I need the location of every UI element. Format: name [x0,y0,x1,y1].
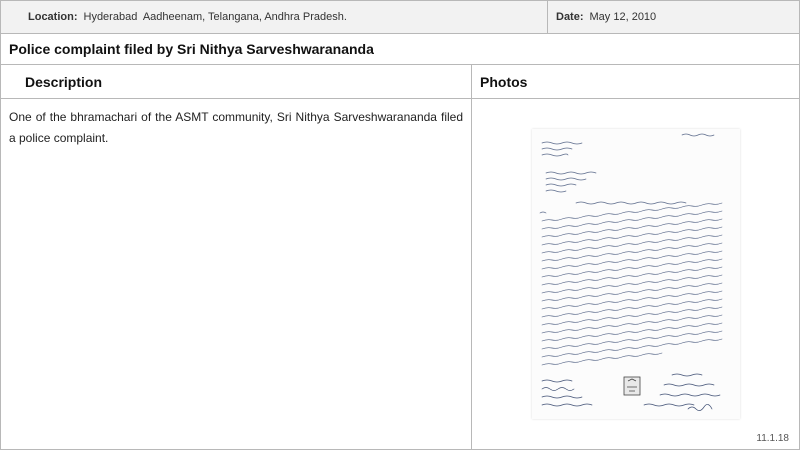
page-title: Police complaint filed by Sri Nithya Sar… [1,34,799,65]
letter-scribble-graphic [532,129,740,419]
description-text: One of the bhramachari of the ASMT commu… [9,110,463,145]
content-row: One of the bhramachari of the ASMT commu… [1,99,799,450]
date-cell: Date: May 12, 2010 [548,1,799,33]
description-column-header: Description [1,65,472,98]
header-row: Location: Hyderabad Aadheenam, Telangana… [1,1,799,34]
slide-page: Location: Hyderabad Aadheenam, Telangana… [0,0,800,450]
photos-column-header: Photos [480,73,528,90]
column-header-row: Description Photos [1,65,799,99]
location-label: Location: [28,11,78,23]
photos-cell: 11.1.18 [472,99,799,450]
slide-number: 11.1.18 [756,433,789,444]
emblem-stamp [623,376,641,396]
location-value: Hyderabad Aadheenam, Telangana, Andhra P… [83,11,347,23]
date-value: May 12, 2010 [589,11,657,23]
location-cell: Location: Hyderabad Aadheenam, Telangana… [1,1,548,33]
description-cell: One of the bhramachari of the ASMT commu… [1,99,472,450]
handwritten-letter-image [532,129,740,419]
date-label: Date: [556,11,584,23]
